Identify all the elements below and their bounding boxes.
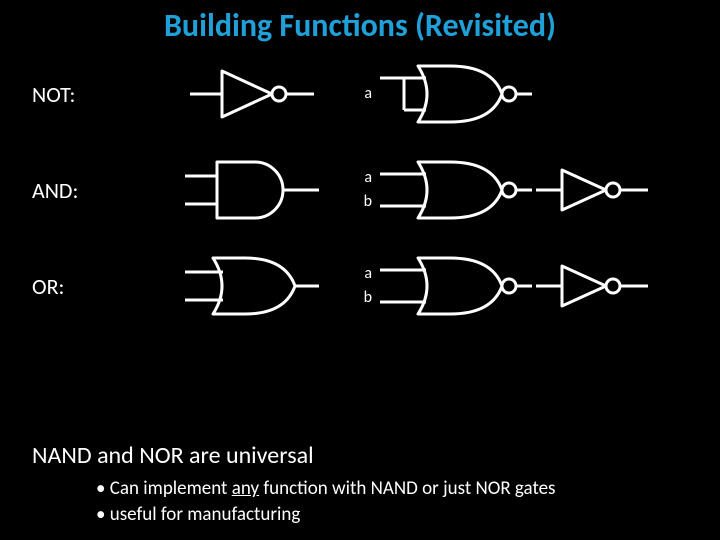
row-or-pin-b: b [352, 286, 372, 310]
nor-gate-icon [374, 56, 534, 132]
gate-rows: NOT: a [0, 49, 720, 331]
row-not-pin-a: a [352, 82, 372, 106]
or-gate-icon [177, 248, 327, 324]
row-not: NOT: a [0, 49, 720, 139]
row-or-nor-construction: a b [352, 248, 712, 324]
row-and-pin-a: a [352, 166, 372, 190]
nor-gate-icon [374, 248, 534, 324]
row-not-nor-construction: a [352, 56, 712, 132]
row-or-pin-a: a [352, 262, 372, 286]
and-gate-icon [177, 152, 327, 228]
row-and-label: AND: [0, 177, 152, 204]
row-and-nor-construction: a b [352, 152, 712, 228]
row-or: OR: a b [0, 241, 720, 331]
nor-gate-icon [374, 152, 534, 228]
row-or-standard-gate [152, 248, 352, 324]
not-gate-icon [182, 59, 322, 129]
row-not-label: NOT: [0, 81, 152, 108]
footer-bullet-1-emph: any [232, 477, 259, 500]
row-and-standard-gate [152, 152, 352, 228]
footer: NAND and NOR are universal Can implement… [32, 331, 692, 528]
slide-title: Building Functions (Revisited) [0, 0, 720, 45]
row-or-label: OR: [0, 273, 152, 300]
not-gate-icon [534, 160, 654, 220]
row-and: AND: a b [0, 145, 720, 235]
row-and-pin-b: b [352, 190, 372, 214]
row-not-standard-gate [152, 59, 352, 129]
footer-bullets: Can implement any function with NAND or … [56, 476, 692, 528]
not-gate-icon [534, 256, 654, 316]
footer-bullet-1: Can implement any function with NAND or … [96, 476, 692, 502]
footer-heading: NAND and NOR are universal [32, 441, 692, 470]
footer-bullet-2: useful for manufacturing [96, 502, 692, 528]
